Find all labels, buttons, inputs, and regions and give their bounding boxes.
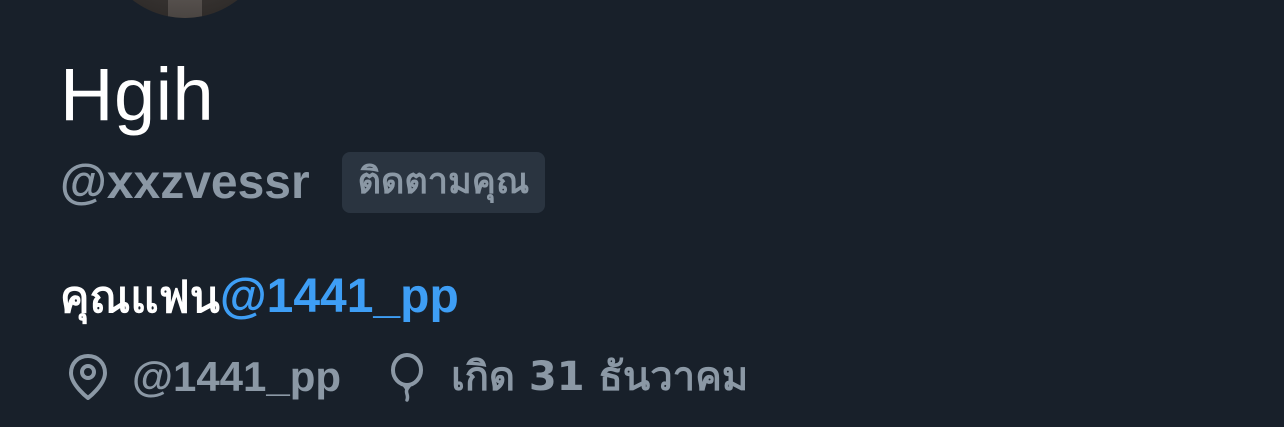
location-pin-icon (69, 354, 107, 400)
display-name: Hgih (60, 53, 215, 136)
birthday-item: เกิด 31 ธันวาคม (385, 352, 748, 402)
bio: คุณแฟน@1441_pp (60, 268, 459, 326)
location-item: @1441_pp (66, 352, 341, 402)
user-handle: @xxzvessr (60, 155, 310, 209)
bio-text: คุณแฟน (60, 272, 220, 323)
location-text: @1441_pp (132, 353, 342, 400)
follows-you-badge: ติดตามคุณ (341, 152, 546, 214)
birthday-text: เกิด 31 ธันวาคม (451, 354, 749, 400)
profile-header: Hgih @xxzvessr ติดตามคุณ คุณแฟน @1441_pp … (0, 0, 1284, 427)
bio-mention-link[interactable]: @1441_pp (220, 270, 459, 323)
balloon-icon (391, 353, 424, 402)
profile-meta: @1441_pp เกิด 31 ธันวาคม (66, 352, 748, 402)
handle-row: @xxzvessr ติดตามคุณ (60, 152, 546, 214)
avatar[interactable] (98, 0, 272, 18)
